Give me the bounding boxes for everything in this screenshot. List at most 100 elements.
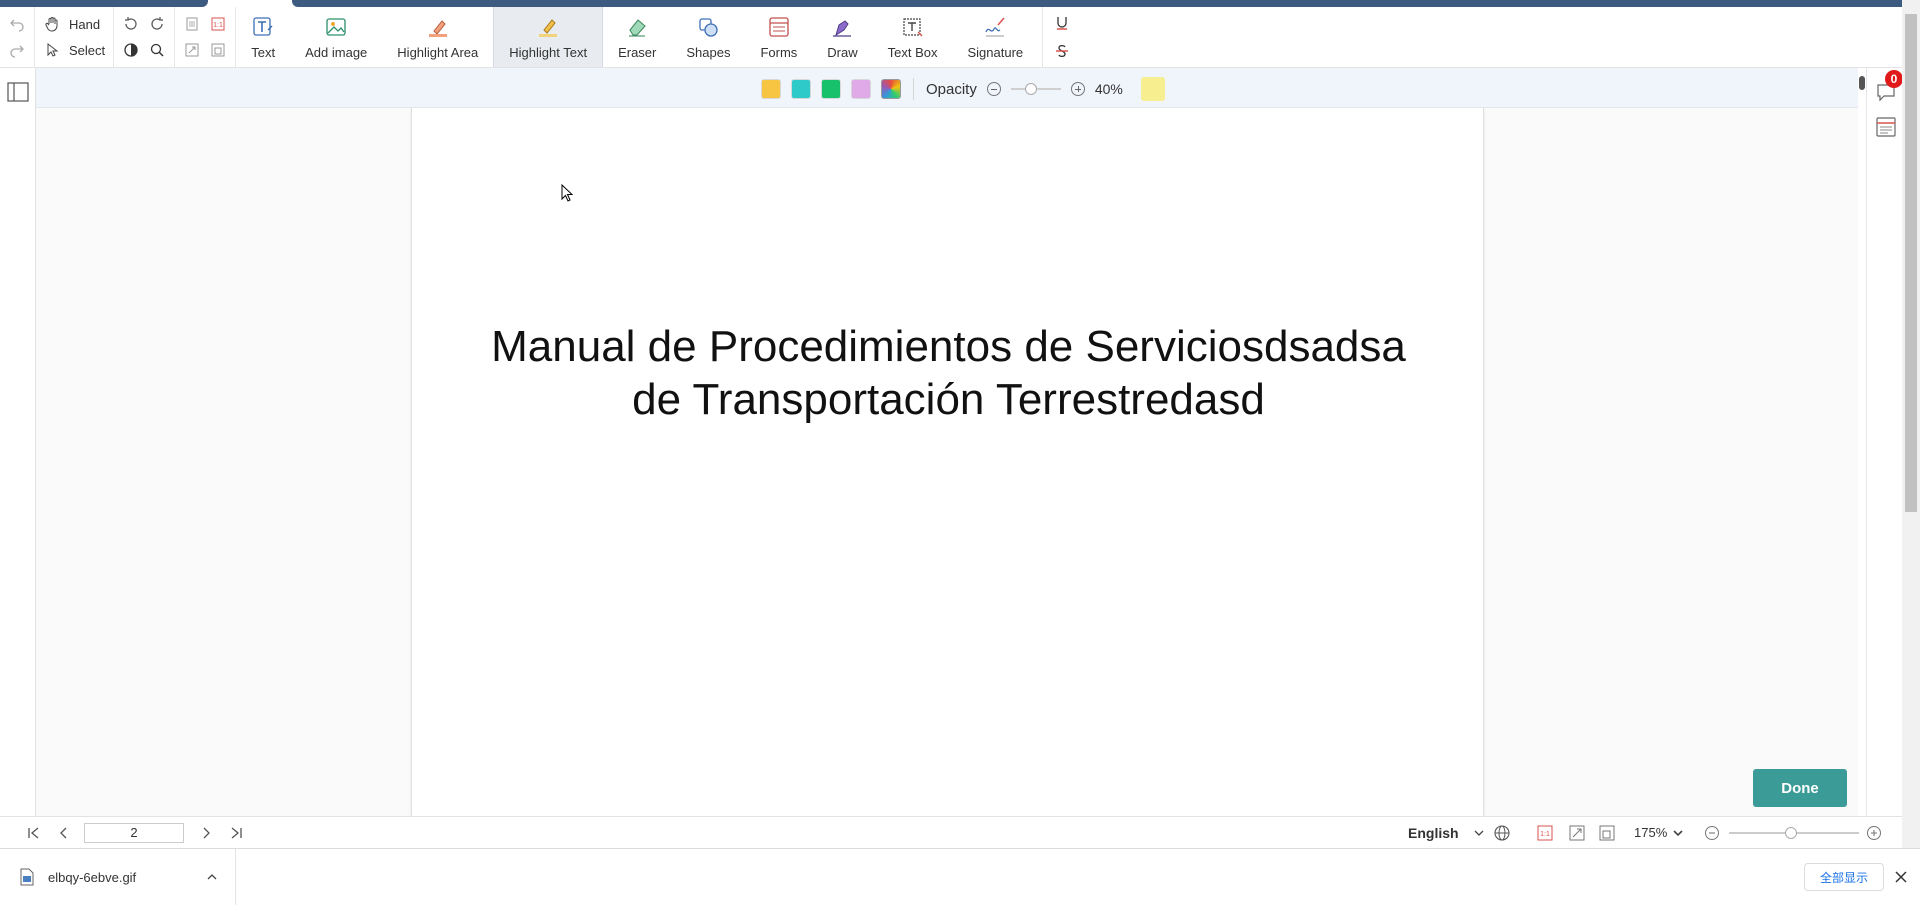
page-scrollbar-thumb[interactable] [1905,14,1917,512]
chevron-down-icon[interactable] [1473,828,1485,838]
document-viewer[interactable]: Manual de Procedimientos de Serviciosdsa… [36,108,1862,816]
contrast-icon[interactable] [122,41,140,59]
opacity-slider-thumb[interactable] [1024,83,1037,95]
tool-add-image[interactable]: Add image [290,7,382,67]
zoom-select[interactable]: 175% [1634,825,1667,840]
cursor-arrow-icon [43,41,61,59]
tool-shapes-label: Shapes [686,44,731,60]
tool-text-box-label: Text Box [887,44,938,60]
pdf-page[interactable]: Manual de Procedimientos de Serviciosdsa… [411,108,1484,816]
view-tools-group [114,7,176,67]
tool-highlight-area[interactable]: Highlight Area [382,7,493,67]
fit-page-icon[interactable] [1568,824,1586,842]
color-swatch-green[interactable] [821,79,841,99]
shapes-icon [699,17,719,37]
draw-icon [833,19,852,37]
undo-icon[interactable] [8,15,26,33]
text-box-icon [902,17,923,36]
image-icon [326,17,346,36]
download-filename: elbqy-6ebve.gif [48,869,137,885]
mouse-cursor-icon [561,184,574,202]
fit-width-icon[interactable] [209,41,227,59]
tab-strip-left [0,0,208,7]
page-view-group: 1:1 [175,7,237,67]
hand-icon [43,15,61,33]
fit-page-icon[interactable] [183,41,201,59]
page-scrollbar[interactable] [1902,0,1920,848]
color-swatch-yellow[interactable] [761,79,781,99]
color-swatches: Opacity 40% [761,77,1165,101]
tool-shapes[interactable]: Shapes [671,7,745,67]
hand-tool-button[interactable]: Hand [43,15,105,33]
zoom-out-icon[interactable] [1704,825,1720,841]
close-icon[interactable] [1894,870,1908,884]
page-number-input[interactable]: 2 [84,822,184,843]
show-all-downloads-button[interactable]: 全部显示 [1804,863,1884,891]
tool-forms[interactable]: Forms [745,7,812,67]
undo-redo-group [0,7,35,67]
opacity-slider[interactable] [1010,82,1061,96]
page-list-icon[interactable] [1875,116,1897,138]
highlight-area-icon [428,19,447,37]
previous-page-icon[interactable] [56,825,72,841]
svg-text:1:1: 1:1 [1540,831,1550,838]
last-page-icon[interactable] [228,825,244,841]
actual-size-icon[interactable]: 1:1 [1536,824,1554,842]
pointer-mode-group: Hand Select [35,7,115,67]
tool-text-box[interactable]: Text Box [873,7,953,67]
select-label: Select [69,42,106,58]
document-title-line-1[interactable]: Manual de Procedimientos de Serviciosdsa… [412,320,1485,373]
select-tool-button[interactable]: Select [43,41,105,59]
tab-strip-right [292,0,1906,7]
viewer-scrollbar-thumb[interactable] [1859,76,1865,90]
search-icon[interactable] [148,41,166,59]
redo-icon[interactable] [8,41,26,59]
tool-text-label: Text [251,44,276,60]
done-button[interactable]: Done [1753,769,1847,807]
svg-text:1:1: 1:1 [213,22,223,29]
first-page-icon[interactable] [26,825,42,841]
tool-add-image-label: Add image [305,44,368,60]
text-tool-icon [253,16,273,36]
zoom-slider[interactable] [1729,827,1859,839]
document-title-line-2[interactable]: de Transportación Terrestredasd [412,373,1485,426]
left-sidebar [0,68,36,816]
download-item[interactable]: elbqy-6ebve.gif [0,849,236,905]
sidebar-toggle-icon[interactable] [7,82,29,102]
selected-color-preview[interactable] [1140,77,1165,101]
tool-text[interactable]: Text [236,7,290,67]
tool-signature[interactable]: Signature [953,7,1039,67]
viewer-scrollbar[interactable] [1858,68,1866,816]
globe-icon[interactable] [1493,824,1511,842]
annotation-toolbar: Hand Select 1:1 Text Add image Highlight… [0,7,1920,68]
status-bar: 2 English 1:1 175% [0,816,1902,848]
tool-eraser[interactable]: Eraser [603,7,671,67]
chevron-up-icon[interactable] [206,871,218,883]
color-picker-icon[interactable] [881,79,901,99]
top-tab-strip [0,0,1920,7]
underline-icon[interactable] [1053,14,1071,32]
strikethrough-icon[interactable] [1053,42,1071,60]
opacity-label: Opacity [926,80,977,98]
tool-signature-label: Signature [967,44,1024,60]
opacity-decrease-icon[interactable] [986,82,1001,96]
opacity-increase-icon[interactable] [1070,82,1085,96]
rotate-left-icon[interactable] [122,15,140,33]
single-page-icon[interactable] [183,15,201,33]
color-swatch-lilac[interactable] [851,79,871,99]
actual-size-icon[interactable]: 1:1 [209,15,227,33]
next-page-icon[interactable] [198,825,214,841]
right-sidebar: 0 [1866,68,1903,816]
zoom-chevron-down-icon[interactable] [1672,828,1684,838]
fit-width-icon[interactable] [1598,824,1616,842]
comments-count-badge: 0 [1885,70,1903,88]
document-title[interactable]: Manual de Procedimientos de Serviciosdsa… [412,320,1485,426]
color-swatch-cyan[interactable] [791,79,811,99]
rotate-right-icon[interactable] [148,15,166,33]
tool-highlight-text[interactable]: Highlight Text [493,7,604,67]
zoom-in-icon[interactable] [1866,825,1882,841]
zoom-slider-thumb[interactable] [1785,827,1798,839]
tool-draw[interactable]: Draw [812,7,872,67]
eraser-icon [629,18,646,37]
language-select[interactable]: English [1408,825,1459,841]
